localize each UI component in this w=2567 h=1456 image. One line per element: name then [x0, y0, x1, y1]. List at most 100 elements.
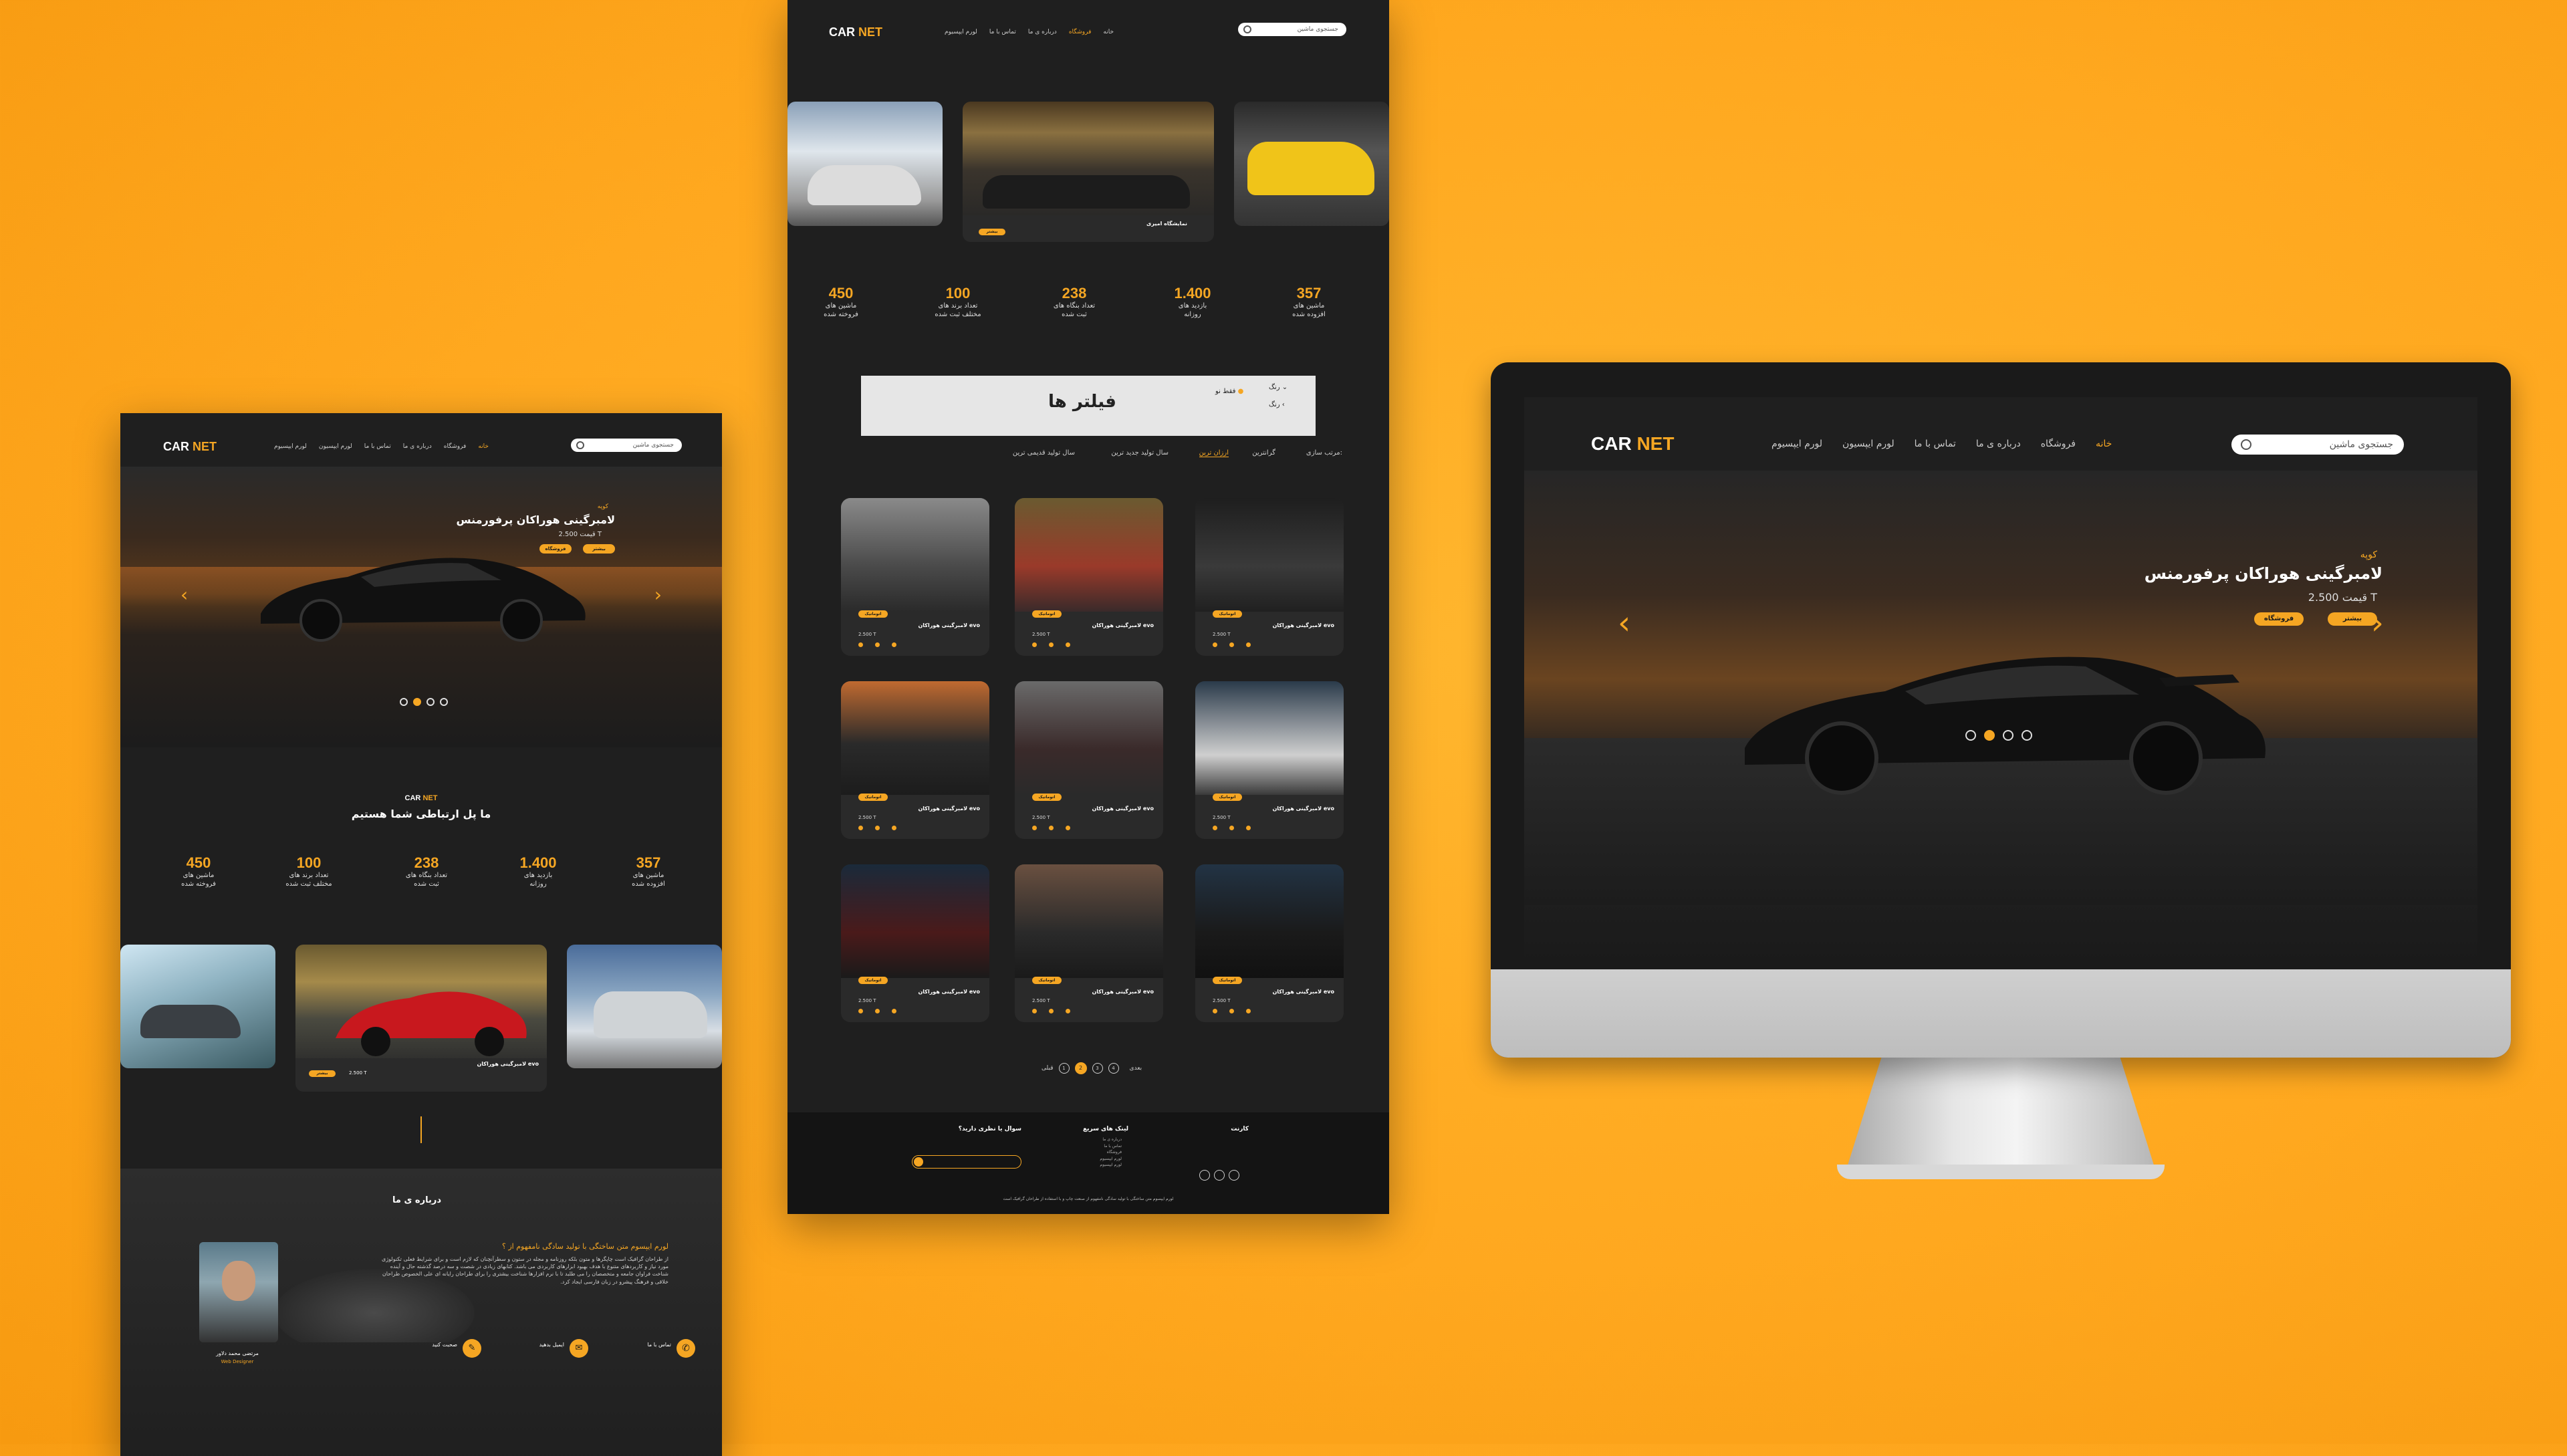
sort-option[interactable]: سال تولید قدیمی ترین [1013, 449, 1075, 457]
chevron-left-icon[interactable]: ‹ [1618, 604, 1630, 642]
page-number[interactable]: 4 [1108, 1063, 1119, 1074]
page-number[interactable]: 3 [1092, 1063, 1103, 1074]
product-image [841, 498, 989, 612]
instagram-icon[interactable] [1199, 1170, 1210, 1181]
page-number-active[interactable]: 2 [1074, 1062, 1087, 1074]
showroom-image[interactable] [787, 102, 943, 226]
search-input[interactable]: جستجوی ماشین [2231, 435, 2404, 455]
send-icon[interactable] [914, 1157, 923, 1167]
chevron-left-icon: ‹ [1281, 401, 1285, 408]
twitter-icon[interactable] [1214, 1170, 1225, 1181]
hero-more-button[interactable]: بیشتر [2328, 612, 2377, 626]
contact-phone[interactable]: ✆ تماس با ما [602, 1339, 695, 1359]
chevron-right-icon[interactable]: › [654, 584, 662, 606]
logo[interactable]: CAR NET [1591, 433, 1674, 455]
about-section: درباره ی ما لورم ایپسوم متن ساختگی با تو… [120, 1169, 722, 1456]
footer-link[interactable]: تماس با ما [1100, 1143, 1122, 1150]
carousel-dot[interactable] [2022, 730, 2032, 741]
product-card[interactable]: اتوماتیک لامبرگینی هوراکان evo 2.500 T [1195, 864, 1344, 1022]
nav-link-lorem1[interactable]: لورم ایپسیوم [1771, 439, 1822, 449]
carousel-dot[interactable] [413, 698, 421, 706]
carousel-dot[interactable] [1965, 730, 1976, 741]
product-name: لامبرگینی هوراکان evo [1272, 622, 1334, 628]
nav-link-about[interactable]: درباره ی ما [1028, 29, 1057, 35]
gear-icon [1032, 642, 1037, 647]
showroom-image-featured[interactable] [963, 102, 1214, 226]
product-price: 2.500 T [858, 998, 876, 1003]
chevron-left-icon[interactable]: ‹ [180, 584, 188, 606]
carousel-dot[interactable] [400, 698, 408, 706]
color-dropdown[interactable]: رنگ ⌄ [1269, 384, 1288, 391]
product-card[interactable]: اتوماتیک لامبرگینی هوراکان evo 2.500 T [841, 864, 989, 1022]
footer-link[interactable]: فروشگاه [1100, 1149, 1122, 1156]
nav-link-home[interactable]: خانه [1103, 29, 1114, 35]
carousel-dot[interactable] [440, 698, 448, 706]
youtube-icon[interactable] [1229, 1170, 1239, 1181]
featured-more-button[interactable]: بیشتر [309, 1070, 336, 1077]
showroom-more-button[interactable]: بیشتر [979, 229, 1005, 235]
showroom-image[interactable] [567, 945, 722, 1068]
footer-link[interactable]: لورم ایپسیوم [1100, 1162, 1122, 1169]
nav-link-about[interactable]: درباره ی ما [403, 443, 432, 450]
footer-link[interactable]: لورم ایپسیوم [1100, 1156, 1122, 1163]
product-card[interactable]: اتوماتیک لامبرگینی هوراکان evo 2.500 T [841, 681, 989, 839]
logo[interactable]: CAR NET [163, 440, 217, 454]
product-card[interactable]: اتوماتیک لامبرگینی هوراکان evo 2.500 T [1015, 498, 1163, 656]
carousel-dot[interactable] [2003, 730, 2013, 741]
page-number[interactable]: 1 [1058, 1063, 1070, 1074]
showroom-image[interactable] [1234, 102, 1389, 226]
product-card[interactable]: اتوماتیک لامبرگینی هوراکان evo 2.500 T [1195, 498, 1344, 656]
nav-links: لورم ایپسیوم لورم ایپسیون تماس با ما درب… [274, 443, 489, 450]
footer-email-input[interactable] [912, 1155, 1021, 1169]
only-new-checkbox[interactable]: فقط نو ● [1215, 388, 1243, 395]
pagination-next[interactable]: بعدی [1130, 1065, 1142, 1072]
sort-option-active[interactable]: ارزان ترین [1199, 449, 1229, 457]
sort-option[interactable]: سال تولید جدید ترین [1111, 449, 1169, 457]
footer-col-brand: کارنت [1231, 1126, 1249, 1132]
carousel-dot[interactable] [1984, 730, 1995, 741]
nav-link-contact[interactable]: تماس با ما [989, 29, 1016, 35]
product-name: لامبرگینی هوراکان evo [918, 989, 980, 995]
hero-price: قیمت 2.500 T [558, 531, 602, 538]
color-dropdown-2[interactable]: رنگ ‹ [1269, 401, 1285, 408]
logo[interactable]: CAR NET [829, 25, 882, 39]
hero-shop-button[interactable]: فروشگاه [2254, 612, 2304, 626]
contact-chat[interactable]: ✎ صحبت کنید [388, 1339, 481, 1359]
car-shape [808, 165, 921, 205]
hero-more-button[interactable]: بیشتر [583, 544, 615, 554]
chevron-right-icon[interactable]: › [2371, 604, 2384, 642]
footer-col-contact: سوال یا نظری دارید؟ [958, 1126, 1021, 1132]
nav-link-lorem2[interactable]: لورم ایپسیون [1842, 439, 1894, 449]
search-input[interactable]: جستجوی ماشین [1238, 23, 1346, 36]
gear-icon [1032, 826, 1037, 830]
nav-link-shop[interactable]: فروشگاه [444, 443, 467, 450]
product-card[interactable]: اتوماتیک لامبرگینی هوراکان evo 2.500 T [1015, 864, 1163, 1022]
top-navigation: CAR NET لورم ایپسیوم لورم ایپسیون تماس ب… [1524, 431, 2477, 457]
product-card[interactable]: اتوماتیک لامبرگینی هوراکان evo 2.500 T [1015, 681, 1163, 839]
showroom-image-featured[interactable] [295, 945, 547, 1068]
hero-shop-button[interactable]: فروشگاه [539, 544, 572, 554]
footer-link[interactable]: درباره ی ما [1100, 1136, 1122, 1143]
nav-link-about[interactable]: درباره ی ما [1976, 439, 2021, 449]
contact-email[interactable]: ✉ ایمیل بدهید [495, 1339, 588, 1359]
carousel-dot[interactable] [426, 698, 435, 706]
product-card[interactable]: اتوماتیک لامبرگینی هوراکان evo 2.500 T [841, 498, 989, 656]
nav-link-shop[interactable]: فروشگاه [2041, 439, 2076, 449]
car-shape [594, 991, 707, 1038]
fuel-icon [875, 1009, 880, 1013]
nav-link-contact[interactable]: تماس با ما [1915, 439, 1956, 449]
nav-link-home[interactable]: خانه [2096, 439, 2112, 449]
pagination-prev[interactable]: قبلی [1042, 1065, 1054, 1072]
nav-link-lorem2[interactable]: لورم ایپسیون [319, 443, 352, 450]
top-navigation: CAR NET لورم ایپسیوم لورم ایپسیون تماس ب… [120, 433, 722, 460]
nav-link-contact[interactable]: تماس با ما [364, 443, 391, 450]
sort-option[interactable]: گرانترین [1252, 449, 1275, 457]
showroom-image[interactable] [120, 945, 275, 1068]
search-input[interactable]: جستجوی ماشین [571, 439, 682, 452]
nav-link-home[interactable]: خانه [478, 443, 489, 450]
gear-icon [1213, 642, 1217, 647]
nav-link-lorem1[interactable]: لورم ایپسیوم [945, 29, 977, 35]
nav-link-shop[interactable]: فروشگاه [1069, 29, 1092, 35]
nav-link-lorem1[interactable]: لورم ایپسیوم [274, 443, 307, 450]
product-card[interactable]: اتوماتیک لامبرگینی هوراکان evo 2.500 T [1195, 681, 1344, 839]
